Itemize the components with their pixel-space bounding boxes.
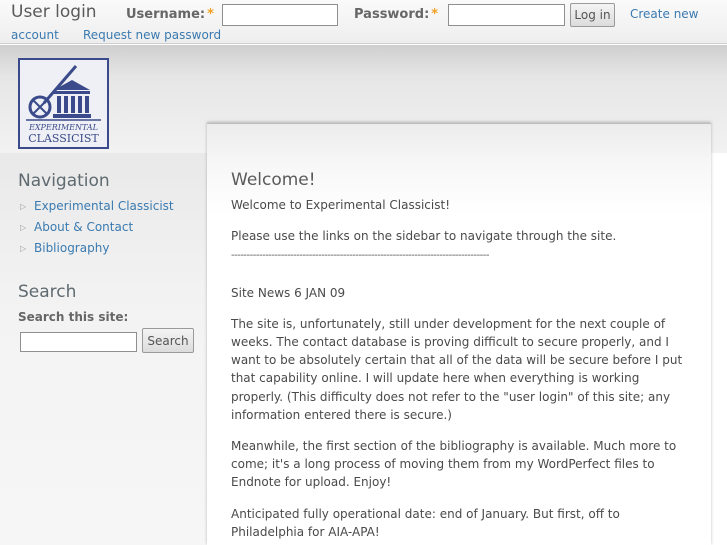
search-label: Search this site: (18, 310, 129, 324)
text-divider: ----------------------------------------… (231, 249, 490, 261)
login-button[interactable]: Log in (570, 3, 615, 27)
news-paragraph-3: Anticipated fully operational date: end … (231, 506, 620, 539)
triangle-bullet-icon: ▷ (20, 244, 27, 253)
create-account-link[interactable]: Create new (630, 7, 699, 21)
logo-text-line1: EXPERIMENTAL (28, 123, 98, 132)
required-mark: * (207, 7, 214, 22)
nav-item-bibliography[interactable]: ▷ Bibliography (20, 241, 109, 255)
triangle-bullet-icon: ▷ (20, 223, 27, 232)
temple-wheel-icon: EXPERIMENTAL CLASSICIST (26, 65, 101, 145)
triangle-bullet-icon: ▷ (20, 202, 27, 211)
main-content: Welcome! Welcome to Experimental Classic… (207, 123, 711, 545)
request-password-link[interactable]: Request new password (83, 28, 221, 42)
navigation-heading: Navigation (18, 171, 110, 191)
news-paragraph-1: The site is, unfortunately, still under … (231, 316, 683, 422)
password-label: Password: * (354, 7, 439, 22)
password-input[interactable] (448, 4, 565, 26)
page-title: Welcome! (231, 170, 316, 190)
user-login-bar: User login Username: * Password: * Log in … (0, 0, 727, 44)
search-button[interactable]: Search (142, 328, 194, 353)
username-input[interactable] (222, 4, 338, 26)
nav-item-experimental-classicist[interactable]: ▷ Experimental Classicist (20, 199, 174, 213)
site-logo[interactable]: EXPERIMENTAL CLASSICIST (18, 58, 109, 149)
search-heading: Search (18, 282, 77, 302)
content-body: Welcome! Welcome to Experimental Classic… (231, 171, 691, 545)
username-label: Username: * (126, 7, 214, 22)
search-input[interactable] (20, 332, 137, 352)
logo-text-line2: CLASSICIST (28, 132, 99, 145)
create-account-link-continued[interactable]: account (11, 28, 59, 42)
required-mark: * (431, 7, 439, 22)
welcome-paragraph: Welcome to Experimental Classicist! (231, 198, 451, 213)
login-title: User login (11, 2, 97, 22)
instructions-paragraph: Please use the links on the sidebar to n… (231, 229, 617, 244)
news-paragraph-2: Meanwhile, the first section of the bibl… (231, 439, 677, 490)
nav-item-about-contact[interactable]: ▷ About & Contact (20, 220, 133, 234)
site-news-heading: Site News 6 JAN 09 (231, 285, 346, 300)
